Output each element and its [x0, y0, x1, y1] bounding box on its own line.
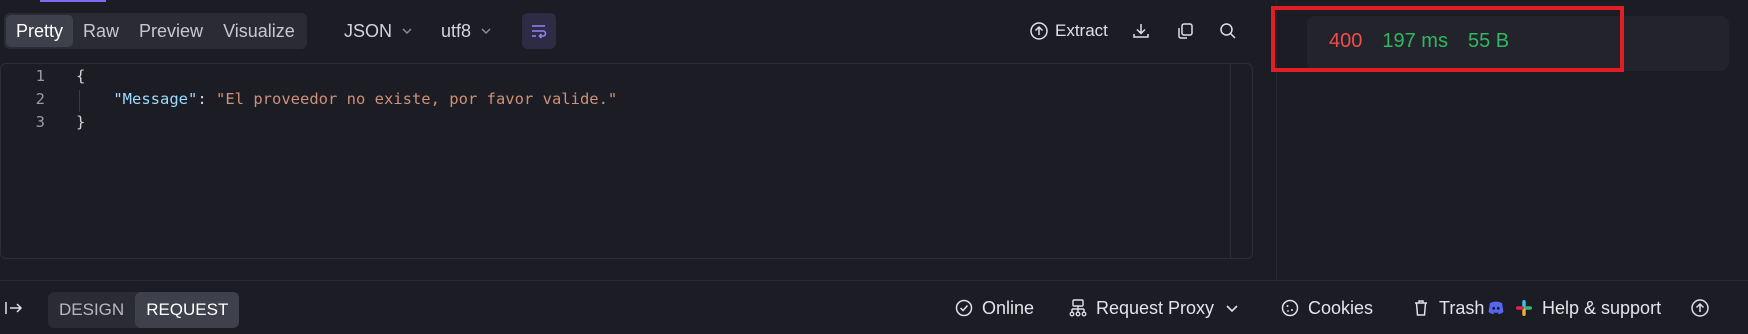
- chevron-down-icon: [402, 28, 412, 35]
- arrow-up-circle-icon: [1030, 22, 1048, 40]
- response-toolbar: Pretty Raw Preview Visualize JSON utf8 E…: [0, 0, 1275, 63]
- request-proxy-dropdown[interactable]: Request Proxy: [1068, 281, 1242, 334]
- arrow-up-circle-icon: [1691, 299, 1709, 317]
- wrap-lines-icon: [532, 25, 547, 39]
- code-line-2: "Message": "El proveedor no existe, por …: [76, 90, 617, 108]
- chevron-down-icon: [481, 28, 491, 35]
- editor-scrollbar-track[interactable]: [1230, 64, 1231, 258]
- cookies-button[interactable]: Cookies: [1280, 281, 1373, 334]
- tab-raw[interactable]: Raw: [73, 15, 129, 47]
- search-button[interactable]: [1218, 13, 1238, 49]
- code-line-3: }: [76, 113, 86, 131]
- mode-design[interactable]: DESIGN: [48, 292, 135, 328]
- scroll-top-button[interactable]: [1690, 281, 1710, 334]
- status-panel: 400 197 ms 55 B: [1276, 0, 1748, 280]
- tab-pretty[interactable]: Pretty: [6, 15, 74, 47]
- json-key: "Message": [113, 90, 198, 108]
- mode-switcher: DESIGN REQUEST: [48, 292, 240, 328]
- online-label: Online: [982, 297, 1035, 318]
- copy-button[interactable]: [1175, 13, 1195, 49]
- encoding-dropdown[interactable]: utf8: [441, 13, 493, 49]
- download-icon: [1133, 24, 1149, 38]
- proxy-network-icon: [1069, 299, 1087, 317]
- format-dropdown-label: JSON: [344, 20, 393, 41]
- code-line-1: {: [76, 67, 86, 85]
- toggle-sidebar-button[interactable]: [4, 281, 24, 334]
- slack-icon: [1516, 300, 1532, 316]
- response-meta: 400 197 ms 55 B: [1329, 30, 1509, 53]
- status-bar: DESIGN REQUEST Online Request Proxy Cook…: [0, 280, 1748, 334]
- json-separator: :: [197, 90, 216, 108]
- online-status[interactable]: Online: [954, 281, 1034, 334]
- response-panel: Pretty Raw Preview Visualize JSON utf8 E…: [0, 0, 1275, 280]
- cookie-icon: [1281, 299, 1299, 317]
- help-support-button[interactable]: Help & support: [1486, 281, 1661, 334]
- trash-label: Trash: [1439, 297, 1485, 318]
- request-proxy-label: Request Proxy: [1096, 297, 1215, 318]
- response-body-editor[interactable]: 1 2 3 { "Message": "El proveedor no exis…: [0, 63, 1253, 259]
- download-button[interactable]: [1131, 13, 1151, 49]
- tab-visualize[interactable]: Visualize: [213, 15, 305, 47]
- word-wrap-button[interactable]: [522, 13, 556, 49]
- encoding-dropdown-label: utf8: [441, 20, 472, 41]
- format-dropdown[interactable]: JSON: [344, 13, 414, 49]
- json-string-value: "El proveedor no existe, por favor valid…: [216, 90, 618, 108]
- copy-icon: [1178, 23, 1193, 39]
- help-support-label: Help & support: [1542, 297, 1662, 318]
- trash-icon: [1415, 300, 1427, 316]
- tab-preview[interactable]: Preview: [129, 15, 213, 47]
- line-number: 2: [35, 90, 45, 108]
- sidebar-expand-icon: [5, 302, 23, 314]
- response-size: 55 B: [1467, 30, 1510, 52]
- chevron-down-icon: [1226, 305, 1238, 313]
- response-time: 197 ms: [1382, 30, 1448, 52]
- mode-request[interactable]: REQUEST: [135, 292, 240, 328]
- extract-button[interactable]: Extract: [1029, 13, 1108, 49]
- check-circle-icon: [955, 299, 973, 317]
- line-number: 1: [35, 67, 45, 85]
- extract-label: Extract: [1055, 21, 1108, 40]
- status-code: 400: [1329, 30, 1363, 52]
- cookies-label: Cookies: [1308, 297, 1374, 318]
- line-number: 3: [35, 113, 45, 131]
- search-icon: [1220, 23, 1236, 39]
- discord-icon: [1488, 301, 1504, 315]
- trash-button[interactable]: Trash: [1411, 281, 1484, 334]
- view-mode-tabs: Pretty Raw Preview Visualize: [4, 13, 307, 49]
